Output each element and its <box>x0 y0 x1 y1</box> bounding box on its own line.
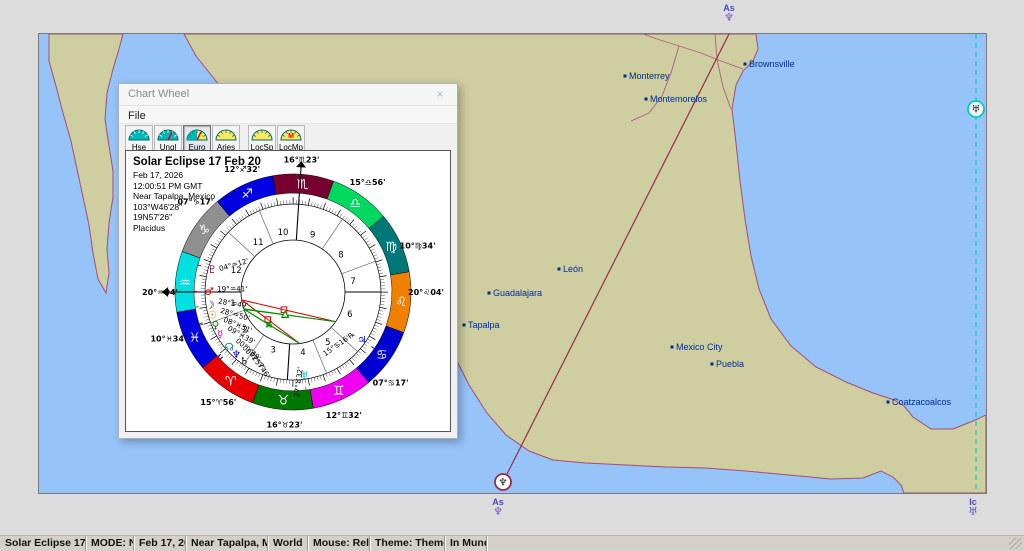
ascendant-label: As <box>717 3 741 13</box>
status-segment-4: World <box>268 536 308 551</box>
cusp-label-8: 10°♍34' <box>400 241 436 250</box>
city-marker <box>711 363 714 366</box>
city-label: Brownsville <box>749 59 795 69</box>
city-marker <box>744 63 747 66</box>
cusp-label-2: 10°♓34' <box>150 335 186 344</box>
chart-info-block: Solar Eclipse 17 Feb 20 Feb 17, 202612:0… <box>133 156 251 233</box>
city-label: Tapalpa <box>468 320 500 330</box>
sign-glyph-pisces: ♓ <box>189 331 201 346</box>
chart-info-line-5: Placidus <box>133 223 251 234</box>
window-title: Chart Wheel <box>128 88 189 100</box>
status-segment-1: MODE: Natal <box>86 536 134 551</box>
city-marker <box>887 401 890 404</box>
city-label: Puebla <box>716 359 744 369</box>
status-segment-7: In Mundo <box>445 536 487 551</box>
cusp-label-4: 16°♉23' <box>267 421 303 430</box>
sign-glyph-aries: ♈ <box>225 374 237 389</box>
resize-grip-icon[interactable] <box>1009 538 1022 549</box>
gauge-teal-icon <box>128 128 150 141</box>
city-marker <box>488 292 491 295</box>
planet-glyph-mars: ♂ <box>204 286 213 298</box>
ascendant-label: As <box>486 497 510 507</box>
city-label: Montemorelos <box>650 94 708 104</box>
sign-glyph-gemini: ♊ <box>333 384 345 399</box>
window-titlebar[interactable]: Chart Wheel × <box>119 84 457 106</box>
status-segment-2: Feb 17, 2026 <box>134 536 186 551</box>
house-number-8: 8 <box>338 250 343 260</box>
house-number-9: 9 <box>310 230 315 240</box>
chart-info-line-1: 12:00:51 PM GMT <box>133 181 251 192</box>
chart-title: Solar Eclipse 17 Feb 20 <box>133 156 251 168</box>
gauge-teal-needle-icon <box>157 128 179 141</box>
ic-label: Ic <box>961 497 985 507</box>
neptune-icon: ♆ <box>486 507 510 517</box>
city-marker <box>463 324 466 327</box>
gauge-yellow-icon <box>251 128 273 141</box>
close-button[interactable]: × <box>425 85 455 103</box>
chart-info-line-4: 19N57'26" <box>133 212 251 223</box>
city-label: Guadalajara <box>493 288 542 298</box>
sign-glyph-taurus: ♉ <box>278 394 290 409</box>
sign-glyph-cancer: ♋ <box>376 348 388 363</box>
chart-info-line-0: Feb 17, 2026 <box>133 170 251 181</box>
cusp-label-10: 16°♏23' <box>284 155 320 164</box>
house-number-11: 11 <box>253 238 264 248</box>
gauge-yellow-m-icon: M <box>280 128 302 141</box>
cusp-label-5: 12°♊32' <box>326 411 362 420</box>
gauge-mixed-icon <box>186 128 208 141</box>
neptune-icon: ♆ <box>717 13 741 23</box>
status-segment-0: Solar Eclipse 17 Feb 20 <box>0 536 86 551</box>
city-marker <box>624 75 627 78</box>
house-number-6: 6 <box>347 310 352 320</box>
status-segment-3: Near Tapalpa, Mexico <box>186 536 268 551</box>
cusp-label-1: 20°♒04' <box>142 288 178 297</box>
chart-info-line-3: 103°W46'28" <box>133 202 251 213</box>
planet-glyph-pluto: ♇ <box>207 264 216 276</box>
sign-glyph-leo: ♌ <box>395 295 407 310</box>
cusp-label-3: 15°♈56' <box>200 398 236 407</box>
aspect-circle <box>241 240 345 344</box>
city-marker <box>645 98 648 101</box>
status-segment-5: Mouse: Relocate <box>308 536 370 551</box>
city-label: Mexico City <box>676 342 723 352</box>
city-marker <box>671 346 674 349</box>
house-number-10: 10 <box>278 228 289 238</box>
sign-glyph-scorpio: ♏ <box>297 177 309 192</box>
sign-glyph-libra: ♎ <box>350 197 362 212</box>
sign-glyph-virgo: ♍ <box>386 240 398 255</box>
city-marker <box>558 268 561 271</box>
city-label: Monterrey <box>629 71 670 81</box>
house-number-7: 7 <box>350 277 355 287</box>
planet-glyph-saturn: ♄ <box>240 355 249 367</box>
ascendant-line-bottom-label: As ♆ <box>486 497 510 517</box>
planet-glyph-mercury: ☿ <box>217 328 223 340</box>
chart-panel: Solar Eclipse 17 Feb 20 Feb 17, 202612:0… <box>125 150 451 432</box>
chart-info-line-2: Near Tapalpa, Mexico <box>133 191 251 202</box>
gauge-yellow-icon <box>215 128 237 141</box>
house-number-4: 4 <box>300 348 305 358</box>
desktop: ♆ ♅ Monterrey Montemorelos Brownsville León Gu… <box>0 0 1024 551</box>
planet-label-mars: 19°♒41' <box>217 284 247 293</box>
ascendant-line-top-label: As ♆ <box>717 3 741 23</box>
planet-glyph-jupiter: ♃ <box>357 335 366 347</box>
neptune-ascendant-glyph-icon: ♆ <box>499 478 508 489</box>
sign-glyph-aquarius: ♒ <box>179 276 191 291</box>
uranus-icon: ♅ <box>961 507 985 517</box>
svg-text:M: M <box>288 133 294 140</box>
cusp-label-6: 07°♋17' <box>373 378 409 387</box>
chart-wheel-window: Chart Wheel × File HseUnqlEuroAriesLocSp… <box>118 83 458 439</box>
city-label: Coatzacoalcos <box>892 397 952 407</box>
menu-file[interactable]: File <box>119 108 155 122</box>
menu-bar: File <box>119 106 457 124</box>
ic-line-bottom-label: Ic ♅ <box>961 497 985 517</box>
uranus-ic-glyph-icon: ♅ <box>972 105 981 116</box>
cusp-label-9: 15°♎56' <box>350 178 386 187</box>
status-bar: Solar Eclipse 17 Feb 20MODE: NatalFeb 17… <box>0 535 1024 551</box>
status-segment-6: Theme: Themes Off <box>370 536 445 551</box>
city-label: León <box>563 264 583 274</box>
house-number-3: 3 <box>271 346 276 356</box>
cusp-label-7: 20°♌04' <box>408 288 444 297</box>
